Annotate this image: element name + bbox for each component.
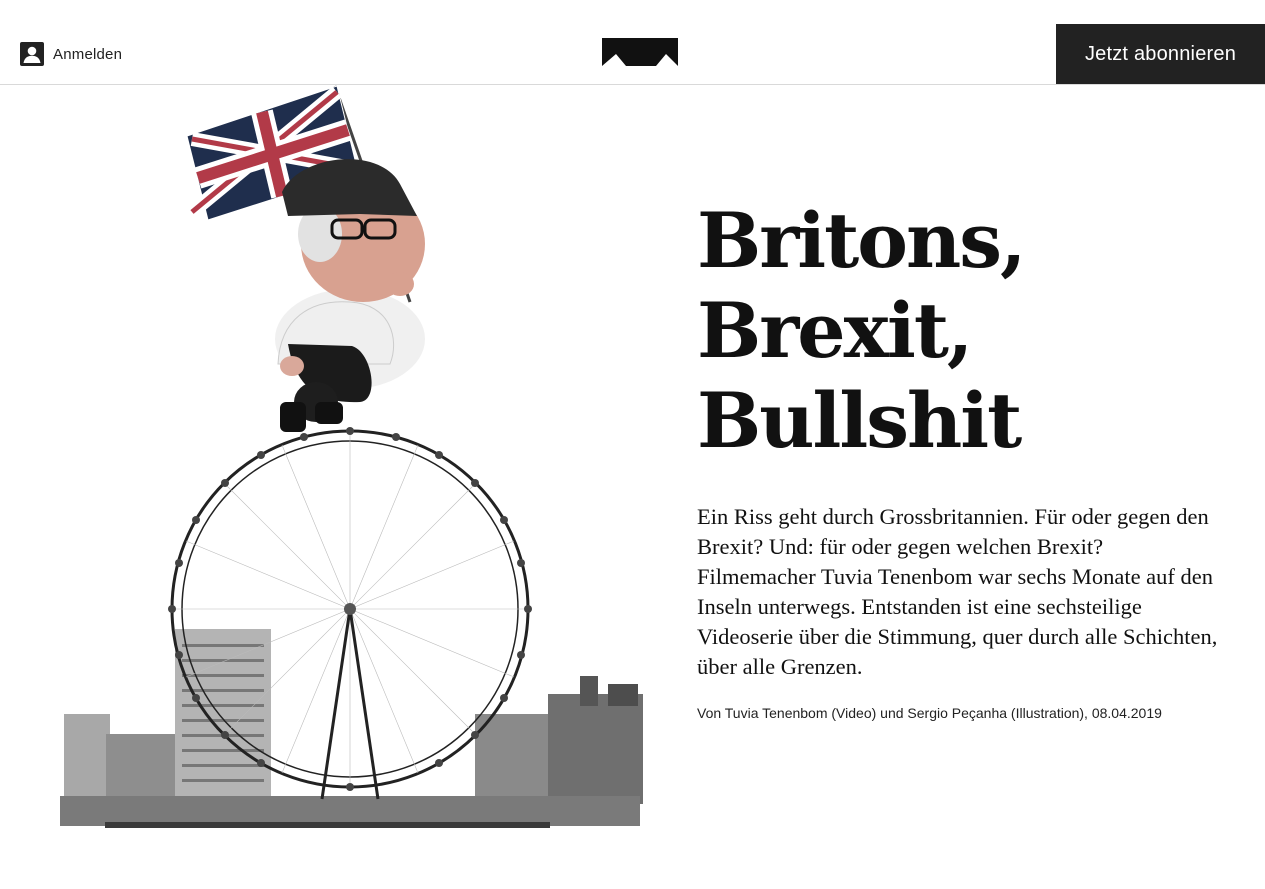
login-link[interactable]: Anmelden [20, 42, 122, 66]
subscribe-button[interactable]: Jetzt abonnieren [1056, 24, 1265, 84]
login-label: Anmelden [53, 45, 123, 63]
republik-logo-icon[interactable] [602, 38, 678, 68]
article-title: Britons, Brexit, Bullshit [697, 196, 1026, 466]
hero-illustration [60, 85, 643, 828]
man-figure [275, 159, 425, 432]
article-byline: Von Tuvia Tenenbom (Video) und Sergio Pe… [697, 705, 1162, 721]
title-line: Bullshit [697, 376, 1022, 465]
user-icon [20, 42, 44, 66]
top-bar: Anmelden Jetzt abonnieren [0, 0, 1265, 85]
title-line: Britons, [697, 196, 1026, 285]
skyline-buildings [60, 629, 643, 828]
title-line: Brexit, [697, 286, 973, 375]
article-lead: Ein Riss geht durch Grossbritannien. Für… [697, 504, 1218, 679]
